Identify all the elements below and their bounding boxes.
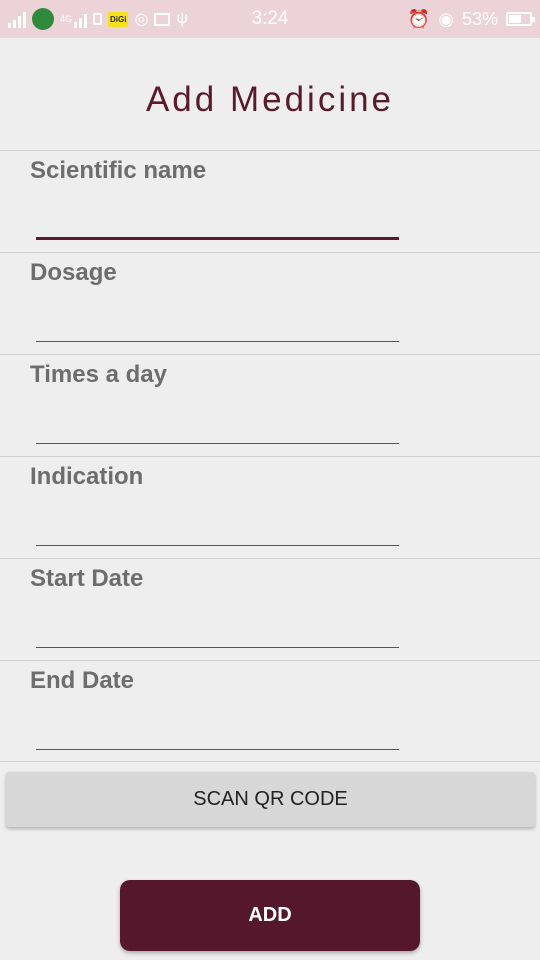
- end-date-label: End Date: [30, 667, 135, 694]
- scientific-name-label: Scientific name: [30, 157, 207, 184]
- dosage-field[interactable]: Dosage: [0, 252, 540, 354]
- dosage-input[interactable]: [36, 341, 399, 342]
- eye-icon: ◉: [438, 8, 454, 29]
- dosage-label: Dosage: [30, 259, 117, 286]
- indication-field[interactable]: Indication: [0, 456, 540, 558]
- alarm-icon: ⏰: [407, 8, 431, 29]
- end-date-field[interactable]: End Date: [0, 660, 540, 762]
- page-title: Add Medicine: [145, 80, 395, 119]
- end-date-input[interactable]: [36, 749, 399, 750]
- times-a-day-label: Times a day: [30, 361, 167, 388]
- start-date-field[interactable]: Start Date: [0, 558, 540, 660]
- times-a-day-field[interactable]: Times a day: [0, 354, 540, 456]
- form-divider: [0, 761, 540, 762]
- add-button[interactable]: ADD: [120, 880, 420, 951]
- scientific-name-field[interactable]: Scientific name: [0, 150, 540, 252]
- status-bar: 4G DiGi ◎ ψ 3:24 ⏰ ◉ 53%: [0, 0, 540, 38]
- scan-qr-code-button[interactable]: SCAN QR CODE: [6, 772, 535, 827]
- scientific-name-input[interactable]: [36, 237, 399, 240]
- indication-input[interactable]: [36, 545, 399, 546]
- status-icons-right: ⏰ ◉ 53%: [407, 6, 535, 32]
- times-a-day-input[interactable]: [36, 443, 399, 444]
- battery-icon: [506, 12, 535, 26]
- battery-percent: 53%: [461, 8, 498, 29]
- indication-label: Indication: [30, 463, 144, 490]
- start-date-label: Start Date: [30, 565, 144, 592]
- start-date-input[interactable]: [36, 647, 399, 648]
